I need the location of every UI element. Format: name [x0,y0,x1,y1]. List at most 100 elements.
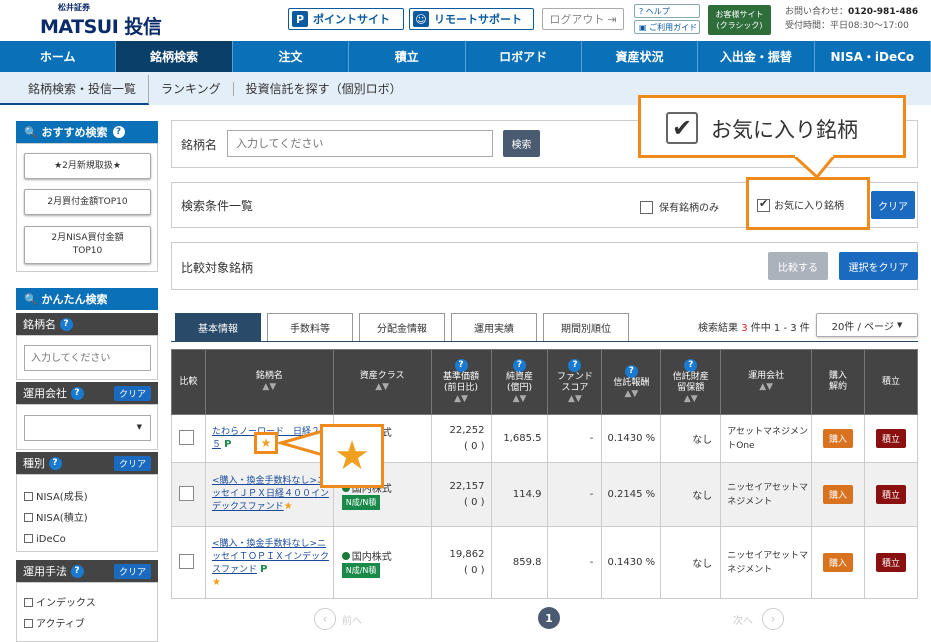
sort-icon[interactable]: ▲▼ [568,394,582,404]
rec-button-top10[interactable]: 2月買付金額TOP10 [24,189,151,215]
rec-button-nisa-top10[interactable]: 2月NISA買付金額 TOP10 [24,226,151,264]
next-page-button[interactable]: › [762,608,784,630]
favorite-option[interactable]: ✔ お気に入り銘柄 [757,197,844,212]
type-nisa-growth[interactable]: NISA(成長) [24,487,157,508]
help-icon[interactable]: ? [454,359,468,372]
sort-icon[interactable]: ▲▼ [684,394,698,404]
checkbox[interactable] [24,534,33,543]
nav-home[interactable]: ホーム [0,41,117,72]
logout-button[interactable]: ログアウト ⇥ [542,8,624,30]
sort-icon[interactable]: ▲▼ [262,382,276,392]
subnav-fund-list[interactable]: 銘柄検索・投信一覧 [0,75,150,105]
clear-selection-button[interactable]: 選択をクリア [839,252,918,280]
subnav-robo[interactable]: 投資信託を探す（個別ロボ） [234,82,414,96]
tab-fees[interactable]: 手数料等 [267,313,353,341]
sort-icon[interactable]: ▲▼ [454,394,468,404]
sort-icon[interactable]: ▲▼ [375,382,389,392]
logo[interactable]: MATSUI 投信 [40,12,162,39]
page-1-button[interactable]: 1 [538,607,560,629]
help-icon[interactable]: ? [513,359,526,372]
type-nisa-tsumitate[interactable]: NISA(積立) [24,508,157,529]
col-score[interactable]: ? ファンド スコア ▲▼ [547,349,603,415]
tsumitate-button[interactable]: 積立 [875,429,906,448]
checkbox[interactable] [24,492,33,501]
company-clear-button[interactable]: クリア [113,386,151,401]
nav-tsumitate[interactable]: 積立 [349,41,466,72]
buy-button[interactable]: 購入 [823,485,854,504]
compare-checkbox[interactable] [179,554,195,569]
type-ideco[interactable]: iDeCo [24,529,157,550]
subnav-ranking[interactable]: ランキング [149,81,234,96]
nav-search[interactable]: 銘柄検索 [116,41,233,72]
sidebar-name-input[interactable] [24,345,151,371]
method-active[interactable]: アクティブ [24,614,157,635]
checkbox[interactable] [640,201,653,214]
nav-transfer[interactable]: 入出金・振替 [698,41,815,72]
type-clear-button[interactable]: クリア [113,456,151,471]
sort-icon[interactable]: ▲▼ [513,394,527,404]
checkbox[interactable] [24,598,33,607]
compare-button[interactable]: 比較する [768,252,828,280]
col-company[interactable]: 運用会社 ▲▼ [720,349,813,415]
help-icon[interactable]: ? [684,359,698,372]
tab-performance[interactable]: 運用実績 [451,313,537,341]
fund-name-input[interactable] [227,130,493,157]
col-name[interactable]: 銘柄名 ▲▼ [204,349,334,415]
p-icon: P [292,11,308,27]
tsumitate-button[interactable]: 積立 [875,553,906,572]
nav-assets[interactable]: 資産状況 [582,41,699,72]
nav-nisa[interactable]: NISA・iDeCo [815,41,931,72]
owned-only-option[interactable]: 保有銘柄のみ [640,199,719,214]
help-link[interactable]: ? ヘルプ [634,4,700,18]
method-index[interactable]: インデックス [24,593,157,614]
checkbox[interactable] [24,619,33,628]
col-price[interactable]: ? 基準価額 (前日比) ▲▼ [430,349,492,415]
col-fee[interactable]: ? 信託報酬 ▲▼ [601,349,662,415]
compare-checkbox[interactable] [179,486,195,501]
help-icon[interactable]: ? [70,564,84,578]
star-icon[interactable]: ★ [284,501,293,512]
star-highlight[interactable]: ★ [254,432,278,454]
star-icon[interactable]: ★ [212,577,221,588]
help-icon[interactable]: ? [112,126,125,138]
buy-button[interactable]: 購入 [823,553,854,572]
caret-down-icon: ▼ [897,321,903,329]
help-icon[interactable]: ? [70,386,84,400]
prev-page-button[interactable]: ‹ [314,608,336,630]
classic-site-button[interactable]: お客様サイト (クラシック) [708,5,771,35]
guide-link[interactable]: ▣ ご利用ガイド [634,20,700,34]
col-reserve[interactable]: ? 信託財産 留保額 ▲▼ [660,349,722,415]
buy-button[interactable]: 購入 [823,429,854,448]
tsumitate-button[interactable]: 積立 [875,485,906,504]
help-icon[interactable]: ? [48,456,62,470]
help-icon[interactable]: ? [624,364,638,378]
remote-support-button[interactable]: ☺ リモートサポート [409,8,534,30]
point-site-button[interactable]: P ポイントサイト [288,8,404,30]
help-icon[interactable]: ? [568,359,582,372]
sort-icon[interactable]: ▲▼ [759,382,773,392]
sort-icon[interactable]: ▲▼ [624,389,638,399]
next-label[interactable]: 次へ [733,612,753,627]
help-icon[interactable]: ? [59,317,73,331]
tab-basic-info[interactable]: 基本情報 [175,313,261,341]
rec-button-new[interactable]: ★2月新規取扱★ [24,153,151,179]
col-net-assets[interactable]: ? 純資産 (億円) ▲▼ [490,349,549,415]
fund-link[interactable]: <購入・換金手数料なし>ニッセイＴＯＰＩＸインデックスファンド [212,539,329,575]
search-button[interactable]: 検索 [503,130,540,157]
checkbox[interactable] [24,513,33,522]
compare-checkbox[interactable] [179,430,195,445]
prev-label[interactable]: 前へ [342,612,362,627]
method-clear-button[interactable]: クリア [113,564,151,579]
col-tsumitate: 積立 [864,349,918,415]
per-page-select[interactable]: 20件 / ページ ▼ [816,313,918,337]
nav-roboad[interactable]: ロボアド [466,41,582,72]
conditions-clear-button[interactable]: クリア [871,191,915,219]
col-asset[interactable]: 資産クラス ▲▼ [332,349,432,415]
rec-search-header: 🔍 おすすめ検索? [16,121,158,143]
checkbox-checked[interactable]: ✔ [757,197,770,212]
company-select[interactable]: ▼ [24,415,151,441]
tab-ranking[interactable]: 期間別順位 [543,313,629,341]
tab-distribution[interactable]: 分配金情報 [359,313,445,341]
name-label: 銘柄名 ? [16,313,158,335]
nav-order[interactable]: 注文 [233,41,350,72]
